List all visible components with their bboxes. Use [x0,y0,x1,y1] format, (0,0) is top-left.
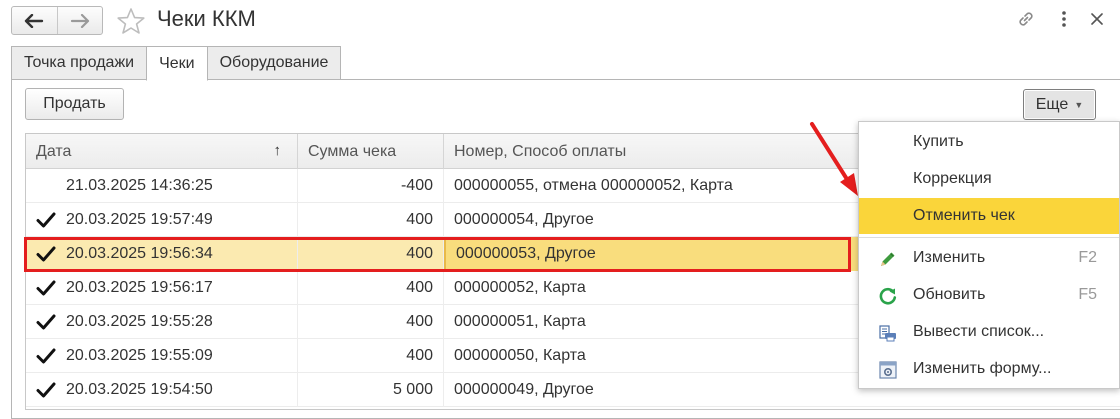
menu-item-buy[interactable]: Купить [859,124,1119,160]
cell-sum: 400 [298,270,444,305]
link-icon [1019,12,1033,26]
checkmark-icon [36,314,66,330]
refresh-icon [879,287,897,305]
checkmark-icon [36,280,66,296]
cell-date-text: 20.03.2025 19:55:28 [66,312,213,330]
tab-equipment[interactable]: Оборудование [206,46,342,80]
navigation-buttons [11,6,103,35]
cell-sum: 400 [298,202,444,237]
menu-item-change-form[interactable]: Изменить форму... [859,351,1119,387]
cell-date-text: 20.03.2025 19:56:17 [66,278,213,296]
menu-item-label: Коррекция [913,170,992,187]
page-title: Чеки ККМ [157,6,256,31]
cell-sum: -400 [298,168,444,203]
annotation-arrow-icon [810,122,858,196]
column-header-label: Дата [36,142,72,160]
checkmark-icon [36,212,66,228]
menu-item-label: Обновить [913,286,986,303]
menu-item-edit[interactable]: Изменить F2 [859,240,1119,276]
close-button[interactable] [1086,8,1108,30]
tab-receipts[interactable]: Чеки [146,46,208,81]
link-button[interactable] [1015,8,1037,30]
menu-item-output-list[interactable]: Вывести список... [859,314,1119,350]
cell-date-text: 21.03.2025 14:36:25 [66,176,213,194]
menu-item-label: Отменить чек [913,207,1015,224]
cell-date: 20.03.2025 19:57:49 [26,202,298,237]
column-header-date[interactable]: Дата ↑ [26,134,298,169]
more-dropdown-menu: Купить Коррекция Отменить чек Изменить F… [858,121,1120,389]
menu-item-label: Купить [913,133,964,150]
form-settings-icon [879,361,897,379]
cell-date-text: 20.03.2025 19:57:49 [66,210,213,228]
cell-sum: 400 [298,338,444,373]
menu-item-label: Изменить [913,249,986,266]
shortcut-label: F5 [1078,286,1097,303]
tab-bar: Точка продажи Чеки Оборудование [11,46,342,81]
cell-sum: 400 [298,236,444,271]
cell-date-text: 20.03.2025 19:55:09 [66,346,213,364]
more-vertical-icon [1062,11,1066,27]
sort-ascending-icon: ↑ [273,142,282,159]
cell-date: 20.03.2025 19:55:28 [26,304,298,339]
checkmark-icon [36,382,66,398]
chevron-down-icon: ▼ [1074,99,1084,110]
print-list-icon [879,325,896,342]
tab-sale-point[interactable]: Точка продажи [11,46,148,80]
cell-sum: 400 [298,304,444,339]
cell-date-text: 20.03.2025 19:56:34 [66,244,213,262]
forward-button[interactable] [56,7,103,34]
checkmark-icon [36,348,66,364]
menu-separator [859,237,1119,238]
star-icon[interactable] [116,7,146,35]
cell-date-text: 20.03.2025 19:54:50 [66,380,213,398]
menu-item-correction[interactable]: Коррекция [859,161,1119,197]
shortcut-label: F2 [1078,249,1097,266]
cell-date: 20.03.2025 19:54:50 [26,372,298,407]
column-header-sum[interactable]: Сумма чека [298,134,444,169]
menu-item-refresh[interactable]: Обновить F5 [859,277,1119,313]
close-icon [1091,13,1103,25]
more-button[interactable]: Еще ▼ [1023,89,1096,120]
menu-item-label: Вывести список... [913,323,1045,340]
sell-button[interactable]: Продать [25,88,124,120]
cell-date: 20.03.2025 19:56:34 [26,236,298,271]
cell-date: 20.03.2025 19:55:09 [26,338,298,373]
cell-sum: 5 000 [298,372,444,407]
menu-item-label: Изменить форму... [913,360,1052,377]
cell-date: 20.03.2025 19:56:17 [26,270,298,305]
more-button-label: Еще [1035,95,1069,113]
back-arrow-icon [25,13,44,28]
pencil-icon [881,252,895,266]
checkmark-icon [36,246,66,262]
back-button[interactable] [12,7,57,34]
more-actions-button[interactable] [1053,8,1075,30]
forward-arrow-icon [70,13,89,28]
cell-date: 21.03.2025 14:36:25 [26,168,298,203]
menu-item-cancel-receipt[interactable]: Отменить чек [859,198,1119,234]
